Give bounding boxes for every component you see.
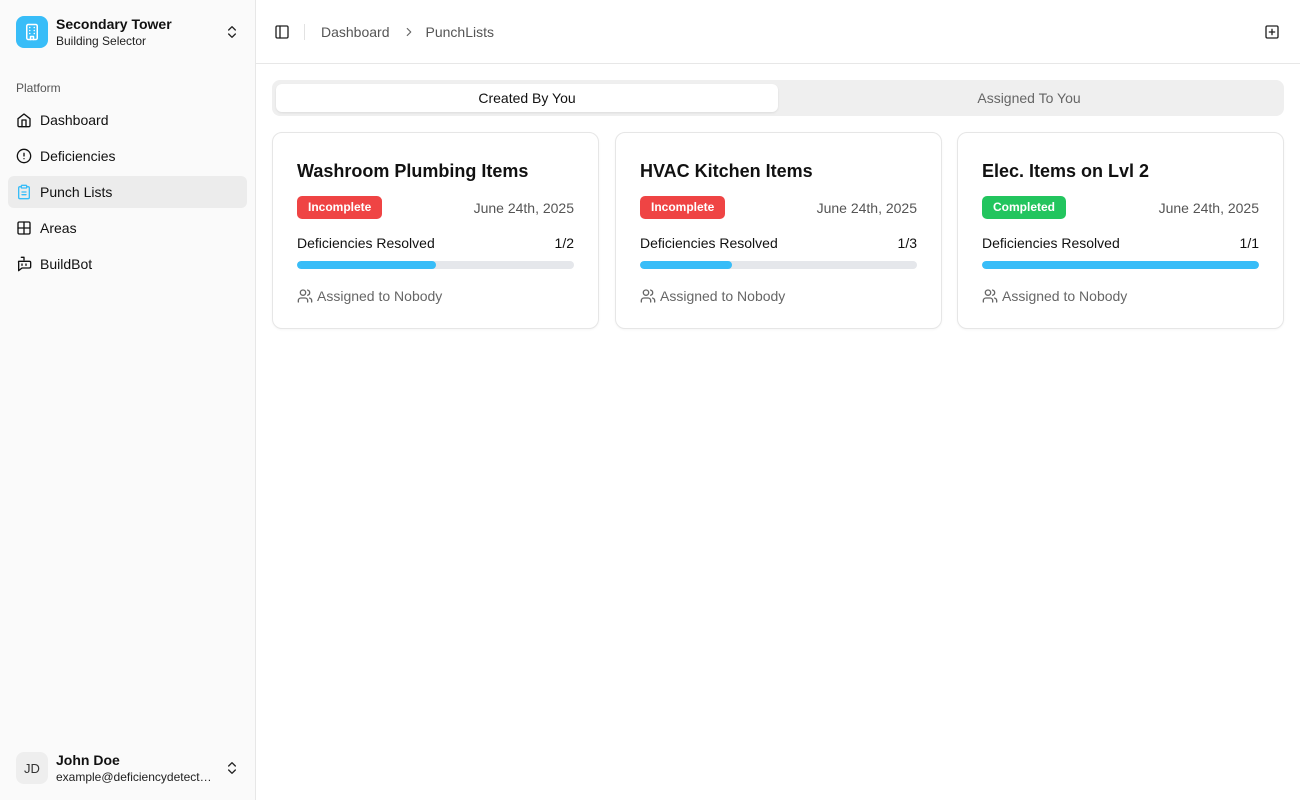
sidebar-item-label: BuildBot bbox=[40, 256, 93, 272]
breadcrumb-current: PunchLists bbox=[425, 24, 494, 40]
progress-bar bbox=[297, 261, 574, 269]
clipboard-icon bbox=[16, 184, 32, 200]
breadcrumb: Dashboard PunchLists bbox=[321, 24, 494, 40]
user-menu[interactable]: JD John Doe example@deficiencydetect.com bbox=[8, 744, 248, 792]
punch-list-tabs: Created By You Assigned To You bbox=[272, 80, 1284, 116]
nav-group-label: Platform bbox=[16, 81, 61, 95]
add-punch-list-button[interactable] bbox=[1262, 22, 1282, 42]
card-date: June 24th, 2025 bbox=[473, 199, 574, 216]
sidebar-item-label: Punch Lists bbox=[40, 184, 113, 200]
resolved-count: 1/3 bbox=[897, 235, 917, 251]
card-title: HVAC Kitchen Items bbox=[640, 161, 813, 181]
punch-list-card[interactable]: Elec. Items on Lvl 2 Completed June 24th… bbox=[957, 132, 1284, 329]
building-selector[interactable]: Secondary Tower Building Selector bbox=[8, 8, 248, 56]
status-badge: Completed bbox=[982, 196, 1067, 219]
card-title: Washroom Plumbing Items bbox=[297, 161, 529, 181]
progress-fill bbox=[982, 261, 1259, 269]
resolved-count: 1/2 bbox=[554, 235, 574, 251]
resolved-count: 1/1 bbox=[1239, 235, 1259, 251]
sidebar-item-areas[interactable]: Areas bbox=[8, 212, 247, 244]
users-icon bbox=[640, 288, 656, 304]
header-divider bbox=[304, 24, 305, 40]
tab-assigned-to-you[interactable]: Assigned To You bbox=[778, 84, 1280, 112]
avatar: JD bbox=[16, 752, 48, 784]
building-icon bbox=[16, 16, 48, 48]
sidebar-item-dashboard[interactable]: Dashboard bbox=[8, 104, 247, 136]
resolved-label: Deficiencies Resolved bbox=[982, 235, 1120, 251]
tab-created-by-you[interactable]: Created By You bbox=[276, 84, 778, 112]
sidebar-item-punch-lists[interactable]: Punch Lists bbox=[8, 176, 247, 208]
punch-list-card[interactable]: HVAC Kitchen Items Incomplete June 24th,… bbox=[615, 132, 942, 329]
plus-square-icon bbox=[1264, 24, 1280, 40]
status-badge: Incomplete bbox=[640, 196, 726, 219]
chevrons-up-down-icon bbox=[224, 760, 240, 776]
progress-bar bbox=[640, 261, 917, 269]
progress-fill bbox=[640, 261, 733, 269]
breadcrumb-dashboard[interactable]: Dashboard bbox=[321, 24, 390, 40]
progress-bar bbox=[982, 261, 1259, 269]
user-email: example@deficiencydetect.com bbox=[56, 769, 212, 784]
assignee-text: Assigned to Nobody bbox=[660, 288, 786, 304]
users-icon bbox=[297, 288, 313, 304]
progress-fill bbox=[297, 261, 436, 269]
sidebar-item-deficiencies[interactable]: Deficiencies bbox=[8, 140, 247, 172]
bot-icon bbox=[16, 256, 32, 272]
assignee-text: Assigned to Nobody bbox=[317, 288, 443, 304]
alert-circle-icon bbox=[16, 148, 32, 164]
resolved-label: Deficiencies Resolved bbox=[640, 235, 778, 251]
user-name: John Doe bbox=[56, 751, 120, 768]
card-date: June 24th, 2025 bbox=[1158, 199, 1259, 216]
sidebar-nav: Dashboard Deficiencies Punch Lists Areas… bbox=[8, 104, 247, 284]
assignee-text: Assigned to Nobody bbox=[1002, 288, 1128, 304]
sidebar-item-buildbot[interactable]: BuildBot bbox=[8, 248, 247, 280]
building-name: Secondary Tower bbox=[56, 15, 172, 32]
status-badge: Incomplete bbox=[297, 196, 383, 219]
chevron-right-icon bbox=[402, 25, 416, 39]
home-icon bbox=[16, 112, 32, 128]
punch-list-card[interactable]: Washroom Plumbing Items Incomplete June … bbox=[272, 132, 599, 329]
sidebar-item-label: Areas bbox=[40, 220, 77, 236]
resolved-label: Deficiencies Resolved bbox=[297, 235, 435, 251]
users-icon bbox=[982, 288, 998, 304]
chevrons-up-down-icon bbox=[224, 24, 240, 40]
sidebar-item-label: Dashboard bbox=[40, 112, 109, 128]
sidebar-item-label: Deficiencies bbox=[40, 148, 116, 164]
building-subtitle: Building Selector bbox=[56, 33, 147, 48]
card-date: June 24th, 2025 bbox=[816, 199, 917, 216]
layout-grid-icon bbox=[16, 220, 32, 236]
sidebar-toggle-icon[interactable] bbox=[272, 22, 292, 42]
sidebar: Secondary Tower Building Selector Platfo… bbox=[0, 0, 256, 800]
card-title: Elec. Items on Lvl 2 bbox=[982, 161, 1150, 181]
top-header: Dashboard PunchLists bbox=[256, 0, 1300, 64]
